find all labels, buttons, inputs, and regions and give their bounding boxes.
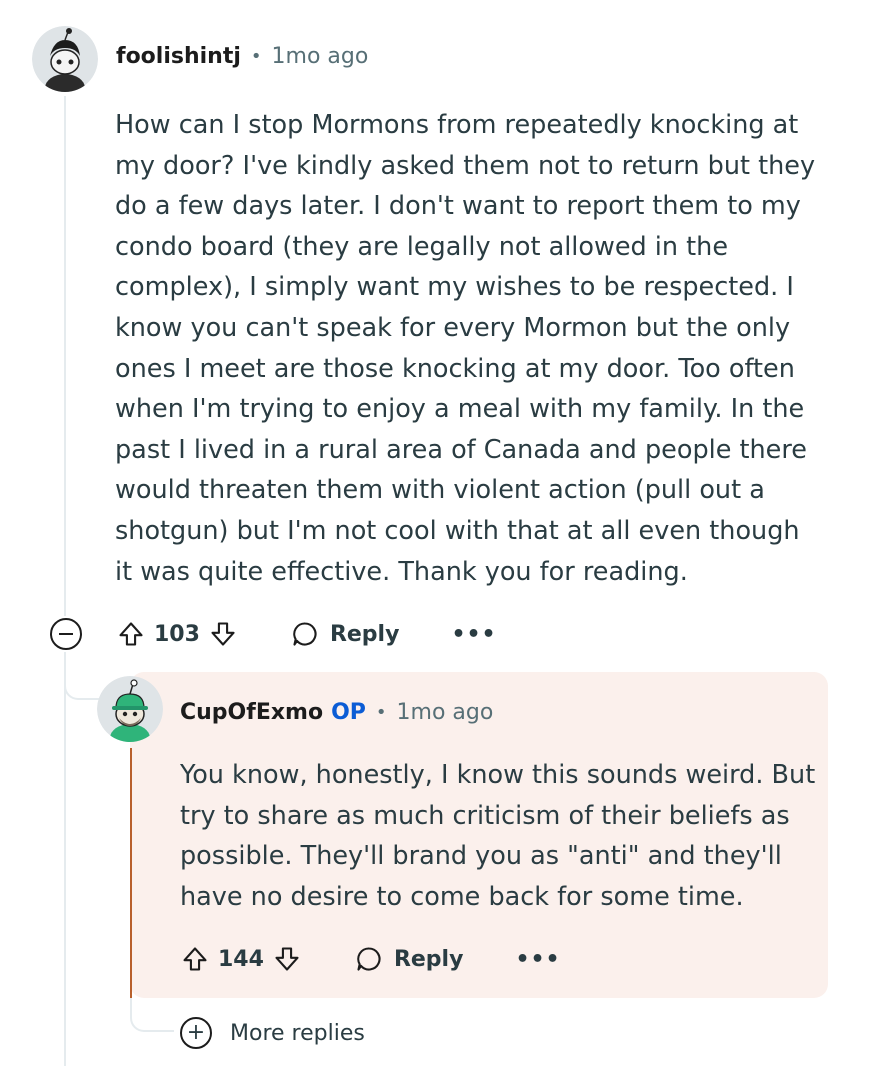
comment-line: do a few days later. I don't want to rep… [115,191,801,222]
timestamp[interactable]: 1mo ago [272,44,369,69]
reply-actions: 144 Reply ••• [178,939,561,979]
comment-line: How can I stop Mormons from repeatedly k… [115,110,799,140]
ellipsis-icon[interactable]: ••• [451,622,496,647]
plus-circle-icon: + [180,1017,212,1049]
reply-button[interactable]: Reply [288,617,400,651]
upvote-arrow-icon[interactable] [114,617,148,651]
vote-score: 144 [218,946,264,972]
comment-actions: 103 Reply ••• [114,614,497,654]
comment-line: past I lived in a rural area of Canada a… [115,434,807,465]
comment-line: know you can't speak for every Mormon bu… [115,312,791,343]
snoo-avatar-icon [97,676,163,742]
avatar[interactable] [32,26,98,92]
thread-line-more-branch [130,998,174,1032]
reply-avatar[interactable] [97,676,163,742]
vote-score: 103 [154,621,200,647]
comment-line: complex), I simply want my wishes to be … [115,272,794,303]
snoo-avatar-icon [32,26,98,92]
more-replies-label: More replies [230,1020,365,1046]
thread-line-main [64,96,66,616]
comment-line: when I'm trying to enjoy a meal with my … [115,394,805,425]
reply-timestamp[interactable]: 1mo ago [397,700,494,725]
more-replies-button[interactable]: + More replies [180,1017,365,1049]
comment-line: ones I meet are those knocking at my doo… [115,353,795,384]
downvote-arrow-icon[interactable] [270,942,304,976]
comment-body: How can I stop Mormons from repeatedly k… [115,105,855,592]
thread-line-lower [64,652,66,1066]
reply-meta: CupOfExmo OP • 1mo ago [180,700,493,725]
reply-body: You know, honestly, I know this sounds w… [180,755,820,917]
ellipsis-icon[interactable]: ••• [515,947,560,972]
reply-username[interactable]: CupOfExmo [180,700,323,725]
comment-line: it was quite effective. Thank you for re… [115,556,688,587]
collapse-minus-icon[interactable] [50,618,82,650]
reply-label: Reply [393,946,464,972]
upvote-arrow-icon[interactable] [178,942,212,976]
reply-accent-bar [130,748,132,998]
reply-line: have no desire to come back for some tim… [180,881,744,912]
comment-line: would threaten them with violent action … [115,475,765,506]
downvote-arrow-icon[interactable] [206,617,240,651]
reply-button[interactable]: Reply [352,942,464,976]
reply-label: Reply [329,621,400,647]
reply-line: try to share as much criticism of their … [180,800,790,831]
meta-separator: • [250,46,262,67]
meta-separator: • [375,702,387,723]
comment-bubble-icon [352,942,386,976]
comment-bubble-icon [288,617,322,651]
comment-line: shotgun) but I'm not cool with that at a… [115,515,800,546]
comment-meta: foolishintj • 1mo ago [116,44,368,69]
username[interactable]: foolishintj [116,44,241,69]
op-badge: OP [331,700,366,725]
reply-line: You know, honestly, I know this sounds w… [180,760,816,790]
reply-line: possible. They'll brand you as "anti" an… [180,841,782,872]
comment-line: my door? I've kindly asked them not to r… [115,150,816,181]
comment-line: condo board (they are legally not allowe… [115,231,729,262]
